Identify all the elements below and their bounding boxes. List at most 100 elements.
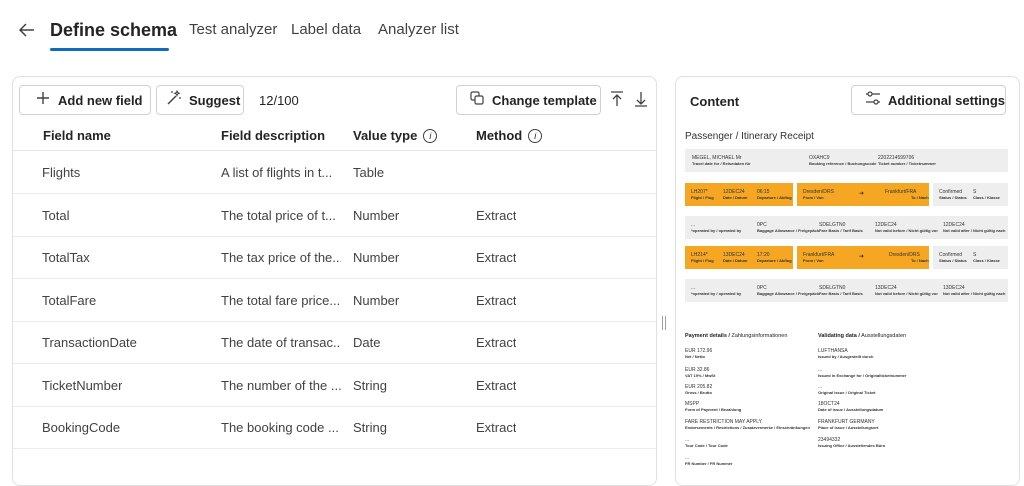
value-type-cell: String — [353, 378, 387, 393]
payment-tour-code: ... Tour Code / Tour Code — [685, 437, 728, 449]
column-header-label: Method — [476, 128, 523, 143]
table-row[interactable]: TotalFare The total fare price... Number… — [13, 280, 656, 322]
document-title: Passenger / Itinerary Receipt — [685, 131, 814, 142]
doc-label: From / Von — [803, 258, 824, 263]
top-navigation: Define schema Test analyzer Label data A… — [0, 0, 1024, 64]
field-description-cell: The date of transac... — [221, 335, 341, 350]
validating-exchange: ... Issued in Exchange for / Originaltick… — [818, 367, 906, 379]
passenger-strip: MEGEL, MICHAEL Mr Travel date for / Reis… — [685, 149, 1008, 172]
field-description-cell: A list of flights in t... — [221, 165, 333, 180]
column-header-field-description[interactable]: Field description — [221, 128, 325, 143]
doc-label: Departure / Abflug — [757, 195, 792, 200]
flight-strip: LH207* Flight / Flug 12DEC24 Date / Datu… — [685, 183, 1008, 206]
doc-label: Tour Code / Tour Code — [685, 443, 728, 448]
validating-issued-by: LUFTHANSA Issued by / Ausgestellt durch — [818, 348, 873, 360]
info-icon[interactable]: i — [423, 128, 438, 143]
payment-fr-number: ... FR Number / FR Nummer — [685, 455, 733, 467]
doc-label: Endorsements / Restrictions / Zusatzverm… — [685, 425, 810, 430]
doc-label: *operated by / operated by — [691, 228, 742, 233]
field-description-cell: The total price of t... — [221, 208, 336, 223]
schema-panel: Add new field Suggest 12/100 Change temp… — [12, 76, 657, 486]
arrow-right-icon: ➜ — [859, 254, 865, 260]
move-to-top-icon[interactable] — [608, 91, 626, 109]
change-template-button[interactable]: Change template — [456, 85, 601, 115]
tab-analyzer-list[interactable]: Analyzer list — [378, 21, 459, 38]
heading-bold: Payment details / — [685, 333, 730, 339]
doc-label: Not valid after / Nicht gültig nach — [943, 228, 1006, 233]
table-row[interactable]: TotalTax The tax price of the... Number … — [13, 237, 656, 279]
doc-label: Flight / Flug — [691, 195, 714, 200]
table-row[interactable]: TransactionDate The date of transac... D… — [13, 322, 656, 364]
change-template-label: Change template — [492, 92, 597, 108]
doc-label: Not valid before / Nicht gültig vor — [875, 228, 938, 233]
active-tab-indicator — [50, 48, 169, 51]
tab-define-schema[interactable]: Define schema — [50, 20, 177, 41]
tab-label-data[interactable]: Label data — [291, 21, 361, 38]
column-header-label: Value type — [353, 128, 418, 143]
move-down-icon[interactable] — [632, 91, 650, 109]
payment-vat: EUR 32.86 VAT 19% / MwSt — [685, 367, 715, 379]
heading-bold: Validating data / — [818, 333, 860, 339]
payment-net: EUR 172.96 Net / Netto — [685, 348, 712, 360]
column-header-field-name[interactable]: Field name — [43, 128, 111, 143]
additional-settings-label: Additional settings — [888, 92, 1005, 108]
doc-label: Date / Datum — [723, 195, 748, 200]
doc-label: Status / Status — [939, 195, 967, 200]
column-header-label: Field description — [221, 128, 326, 143]
field-name-cell: TotalFare — [42, 293, 97, 308]
column-header-label: Field name — [43, 128, 111, 143]
table-row[interactable]: Flights A list of flights in t... Table — [13, 152, 656, 194]
value-type-cell: Number — [353, 250, 400, 265]
suggest-button[interactable]: Suggest — [156, 85, 244, 115]
flight-strip: LH214* Flight / Flug 13DEC24 Date / Datu… — [685, 246, 1008, 269]
doc-label: Fare Basis / Tarif Basis — [819, 228, 863, 233]
field-name-cell: TransactionDate — [42, 335, 137, 350]
doc-label: Date / Datum — [723, 258, 748, 263]
payment-details-heading: Payment details / Zahlungsinformationen — [685, 333, 787, 339]
column-header-value-type[interactable]: Value type i — [353, 128, 438, 143]
value-type-cell: Table — [353, 165, 385, 180]
magic-wand-icon — [165, 89, 183, 111]
value-type-cell: Date — [353, 335, 381, 350]
flight-details-strip: ... *operated by / operated by 0PC Bagga… — [685, 279, 1008, 302]
validating-original-issue: ... Original Issue / Original Ticket — [818, 384, 876, 396]
panel-resize-handle[interactable] — [662, 316, 666, 330]
doc-label: Status / Status — [939, 258, 967, 263]
schema-toolbar: Add new field Suggest 12/100 Change temp… — [13, 77, 656, 121]
column-header-method[interactable]: Method i — [476, 128, 543, 143]
payment-gross: EUR 205.82 Gross / Brutto — [685, 384, 712, 396]
additional-settings-button[interactable]: Additional settings — [851, 85, 1006, 115]
info-icon[interactable]: i — [528, 128, 543, 143]
suggest-label: Suggest — [189, 92, 241, 108]
doc-label: Baggage Allowance / Freigepäck — [757, 228, 820, 233]
document-preview[interactable]: Passenger / Itinerary Receipt MEGEL, MIC… — [676, 121, 1019, 485]
value-type-cell: Number — [353, 208, 400, 223]
add-new-field-button[interactable]: Add new field — [19, 85, 151, 115]
validating-date-of-issue: 18OCT24 Date of issue / Ausstellungsdatum — [818, 401, 883, 413]
validating-data-heading: Validating data / Ausstellungsdaten — [818, 333, 906, 339]
doc-label: Class / Klasse — [973, 258, 1000, 263]
table-row[interactable]: BookingCode The booking code ... String … — [13, 407, 656, 449]
add-new-field-label: Add new field — [58, 92, 143, 108]
doc-label: Flight / Flug — [691, 258, 714, 263]
method-cell: Extract — [476, 208, 517, 223]
payment-form: MSPP Form of Payment / Bezahlung — [685, 401, 741, 413]
method-cell: Extract — [476, 378, 517, 393]
doc-label: Net / Netto — [685, 354, 705, 359]
tab-test-analyzer[interactable]: Test analyzer — [189, 21, 277, 38]
table-row[interactable]: TicketNumber The number of the ... Strin… — [13, 365, 656, 407]
doc-label: *operated by / operated by — [691, 291, 742, 296]
doc-label: Class / Klasse — [973, 195, 1000, 200]
doc-label: Original Issue / Original Ticket — [818, 390, 876, 395]
doc-label: Issued in Exchange for / Originalticketn… — [818, 373, 907, 378]
doc-label: Issuing Office / Ausstellendes Büro — [818, 443, 886, 448]
doc-label: VAT 19% / MwSt — [685, 373, 716, 378]
doc-label: Place of issue / Ausstellungsort — [818, 425, 879, 430]
field-description-cell: The number of the ... — [221, 378, 341, 393]
doc-label: Not valid after / Nicht gültig nach — [943, 291, 1006, 296]
table-row[interactable]: Total The total price of t... Number Ext… — [13, 195, 656, 237]
arrow-right-icon: ➜ — [859, 191, 865, 197]
content-panel: Content Additional settings Passenger / … — [675, 76, 1020, 486]
back-arrow-icon[interactable] — [17, 20, 37, 40]
doc-label: From / Von — [803, 195, 824, 200]
